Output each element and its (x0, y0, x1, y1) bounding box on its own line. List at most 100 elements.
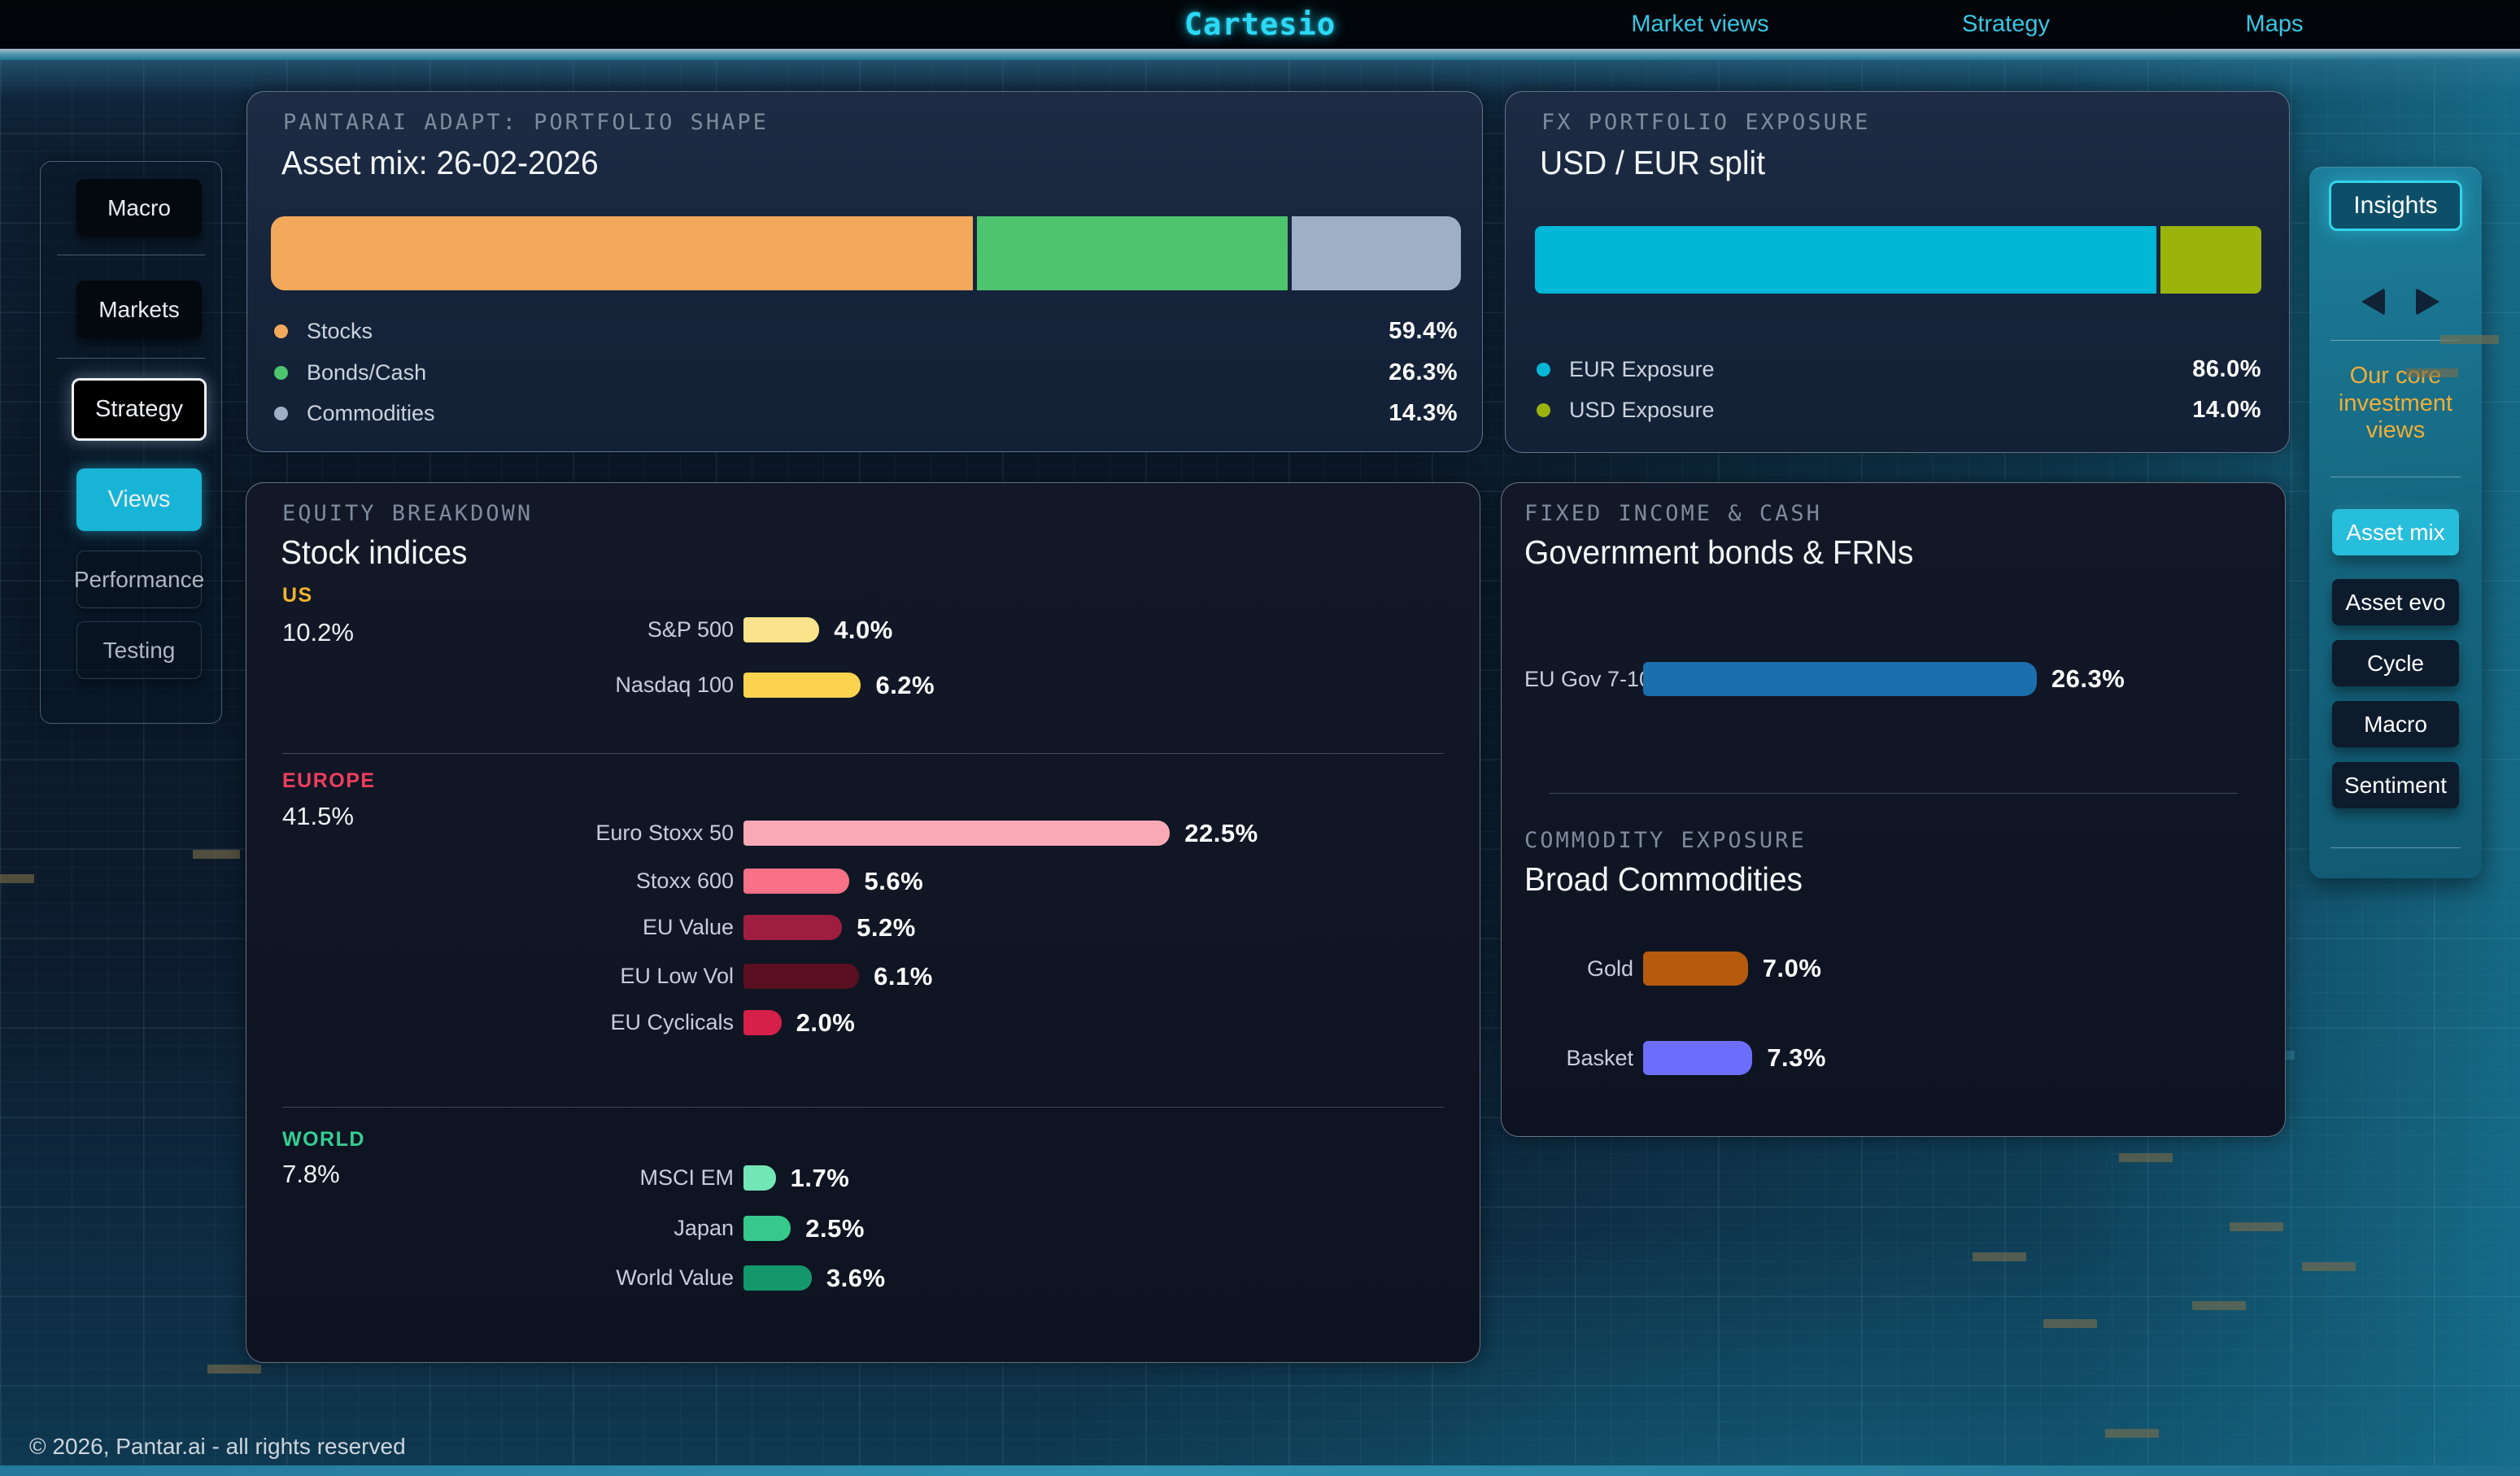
decor-dash (2406, 368, 2458, 377)
legend-dot (1537, 403, 1550, 417)
sidebar-item-views[interactable]: Views (76, 468, 202, 531)
bottom-accent-strip (0, 1465, 2520, 1476)
fx-stacked-bar (1535, 226, 2261, 294)
bar-label: Japan (282, 1216, 743, 1241)
legend-row-eur: EUR Exposure 86.0% (1537, 355, 2261, 384)
panel-kicker: FX PORTFOLIO EXPOSURE (1541, 110, 1870, 135)
legend-dot (1537, 363, 1550, 377)
section-label-europe: EUROPE (282, 769, 376, 793)
legend-label: USD Exposure (1569, 398, 1715, 423)
legend-label: Commodities (307, 401, 435, 426)
equity-row-japan: Japan 2.5% (282, 1216, 865, 1241)
prev-arrow-icon[interactable] (2361, 288, 2385, 316)
nav-item-market-views[interactable]: Market views (1631, 11, 1768, 38)
bar (1643, 1041, 1752, 1075)
equity-row-eu-cyclicals: EU Cyclicals 2.0% (282, 1010, 855, 1035)
decor-dash (207, 1365, 261, 1374)
commodity-row-basket: Basket 7.3% (1524, 1041, 1826, 1075)
right-sidebar: Insights Our core investment views Asset… (2309, 167, 2482, 878)
sidebar-divider (57, 358, 205, 359)
bar-value: 5.2% (857, 913, 916, 943)
legend-dot (274, 324, 288, 338)
bar (743, 673, 861, 698)
panel-title: Broad Commodities (1524, 860, 1803, 899)
sidebar-item-strategy[interactable]: Strategy (72, 378, 207, 441)
view-item-cycle[interactable]: Cycle (2332, 640, 2459, 686)
bar-value: 1.7% (791, 1164, 850, 1193)
legend-row-stocks: Stocks 59.4% (274, 316, 1458, 346)
bar-label: EU Cyclicals (282, 1010, 743, 1035)
bar (743, 821, 1170, 846)
legend-row-commodities: Commodities 14.3% (274, 398, 1458, 428)
equity-row-msci-em: MSCI EM 1.7% (282, 1165, 849, 1191)
equity-row-sp500: S&P 500 4.0% (282, 617, 893, 642)
copyright-text: © 2026, Pantar.ai - all rights reserved (29, 1434, 406, 1460)
bar-value: 5.6% (864, 867, 923, 896)
decor-dash (2192, 1301, 2246, 1310)
sidebar-item-macro[interactable]: Macro (76, 179, 202, 237)
sidebar-item-testing[interactable]: Testing (76, 621, 202, 679)
panel-fx-exposure: FX PORTFOLIO EXPOSURE USD / EUR split EU… (1505, 91, 2290, 453)
decor-dash (193, 850, 240, 859)
view-item-asset-mix[interactable]: Asset mix (2332, 509, 2459, 555)
equity-row-eurostoxx50: Euro Stoxx 50 22.5% (282, 821, 1258, 846)
view-item-sentiment[interactable]: Sentiment (2332, 762, 2459, 808)
bar-segment-commodities (1292, 216, 1461, 290)
view-item-macro[interactable]: Macro (2332, 701, 2459, 747)
bar-value: 3.6% (826, 1264, 886, 1293)
bar (743, 1165, 776, 1191)
section-label-us: US (282, 584, 313, 607)
bar-segment-bonds-cash (977, 216, 1288, 290)
bar (743, 915, 842, 940)
decor-dash (0, 874, 34, 883)
bar-label: EU Gov 7-10y (1524, 667, 1643, 692)
bar-label: Nasdaq 100 (282, 673, 743, 698)
bar (743, 1010, 782, 1035)
bar-value: 26.3% (2051, 664, 2125, 694)
bar (743, 1216, 791, 1241)
insights-button[interactable]: Insights (2329, 181, 2462, 231)
nav-item-maps[interactable]: Maps (2246, 11, 2304, 38)
equity-row-nasdaq100: Nasdaq 100 6.2% (282, 673, 935, 698)
panel-title: USD / EUR split (1540, 144, 1765, 182)
left-sidebar: Macro Markets Strategy Views Performance… (40, 161, 222, 724)
panel-title: Stock indices (281, 533, 467, 572)
nav-item-strategy[interactable]: Strategy (1962, 11, 2050, 38)
sidebar-item-markets[interactable]: Markets (76, 281, 202, 338)
bar-value: 7.0% (1763, 954, 1822, 983)
bar-value: 7.3% (1767, 1043, 1826, 1073)
panel-kicker: EQUITY BREAKDOWN (282, 501, 533, 526)
panel-title: Government bonds & FRNs (1524, 533, 1913, 572)
decor-dash (2440, 335, 2499, 344)
top-accent-strip (0, 49, 2520, 60)
bar-segment-eur (1535, 226, 2156, 294)
bar (1643, 951, 1748, 986)
decor-dash (2105, 1429, 2159, 1438)
section-divider (1549, 793, 2238, 794)
decor-dash (2230, 1222, 2283, 1231)
bar-label: EU Value (282, 915, 743, 940)
section-divider (282, 1107, 1444, 1108)
legend-value: 26.3% (1389, 359, 1458, 386)
legend-dot (274, 407, 288, 420)
bar-label: S&P 500 (282, 617, 743, 642)
bar (743, 869, 849, 894)
view-item-asset-evo[interactable]: Asset evo (2332, 579, 2459, 625)
bar-segment-stocks (271, 216, 973, 290)
legend-value: 14.0% (2192, 397, 2261, 424)
equity-row-eu-value: EU Value 5.2% (282, 915, 916, 940)
bar-value: 22.5% (1184, 819, 1258, 848)
dashboard-root: Cartesio Market views Strategy Maps Macr… (0, 0, 2520, 1476)
next-arrow-icon[interactable] (2416, 288, 2439, 316)
commodity-row-gold: Gold 7.0% (1524, 951, 1821, 986)
section-label-world: WORLD (282, 1128, 365, 1152)
fi-row-eu-gov: EU Gov 7-10y 26.3% (1524, 662, 2125, 696)
sidebar-item-performance[interactable]: Performance (76, 551, 202, 608)
legend-label: Stocks (307, 319, 373, 344)
bar-label: Euro Stoxx 50 (282, 821, 743, 846)
panel-kicker: COMMODITY EXPOSURE (1524, 828, 1807, 853)
panel-asset-mix: PANTARAI ADAPT: PORTFOLIO SHAPE Asset mi… (246, 91, 1483, 452)
equity-row-eu-low-vol: EU Low Vol 6.1% (282, 964, 933, 989)
bar-label: MSCI EM (282, 1165, 743, 1191)
legend-label: EUR Exposure (1569, 357, 1715, 382)
